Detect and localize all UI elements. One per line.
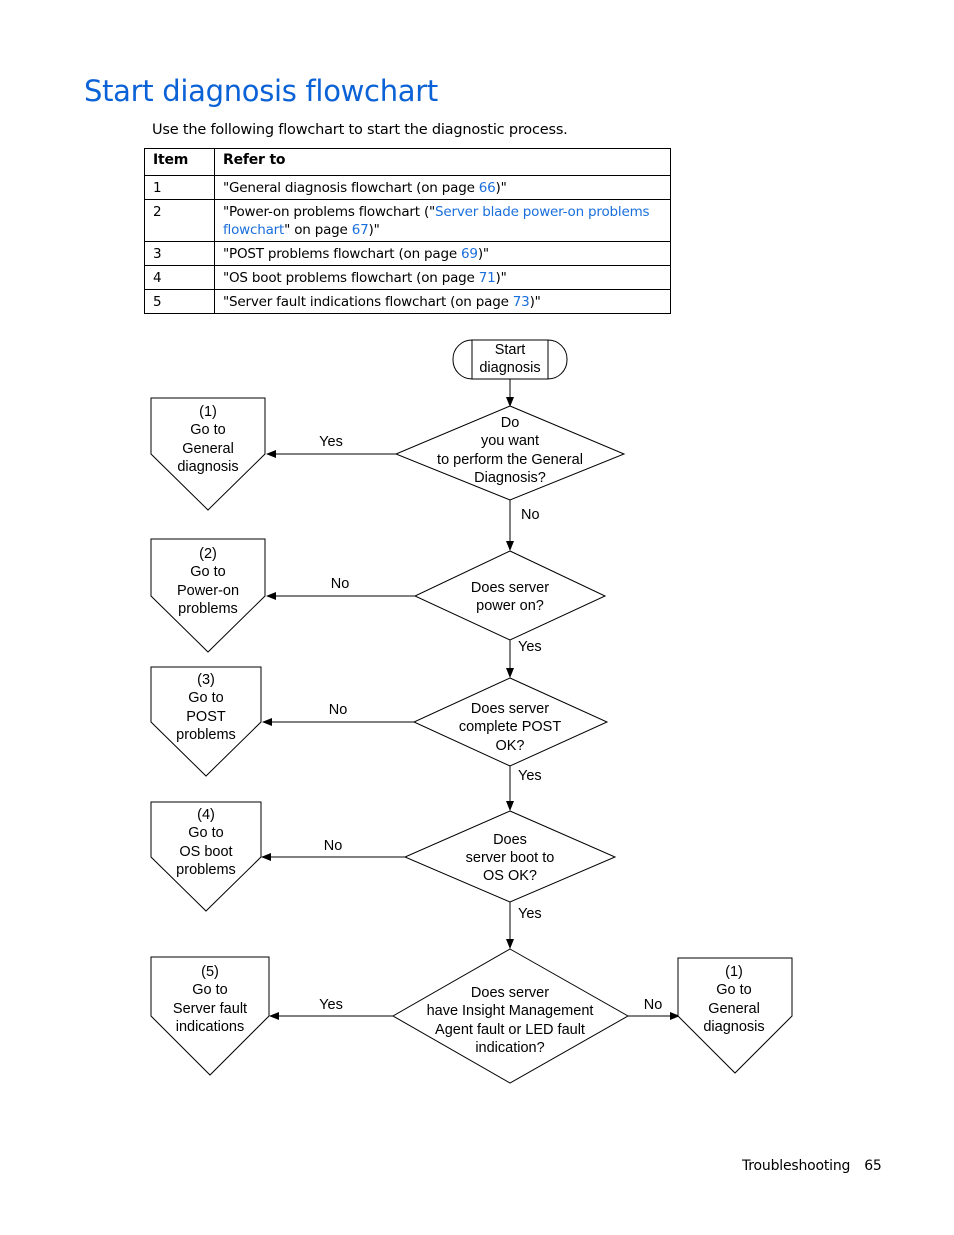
branch-label-yes: Yes bbox=[518, 906, 542, 922]
decision-text: have Insight Management bbox=[427, 1003, 594, 1019]
connector-text: problems bbox=[176, 727, 236, 743]
branch-label-yes: Yes bbox=[319, 434, 343, 450]
decision-text: Diagnosis? bbox=[474, 470, 546, 486]
decision-power-on: Does server power on? bbox=[413, 550, 607, 641]
decision-text: you want bbox=[481, 433, 539, 449]
footer-page-number: 65 bbox=[864, 1158, 882, 1174]
connector-text: General bbox=[708, 1001, 760, 1017]
connector-post-problems[interactable]: (3) Go to POST problems bbox=[150, 666, 262, 777]
decision-text: Does server bbox=[471, 580, 549, 596]
connector-text: POST bbox=[186, 709, 226, 725]
branch-label-yes: Yes bbox=[319, 997, 343, 1013]
decision-text: server boot to bbox=[466, 850, 555, 866]
start-label: Start bbox=[495, 342, 526, 358]
decision-text: Does bbox=[493, 832, 527, 848]
branch-label-yes: Yes bbox=[518, 768, 542, 784]
connector-text: (5) bbox=[201, 964, 219, 980]
connector-text: Go to bbox=[716, 982, 751, 998]
decision-text: complete POST bbox=[459, 719, 561, 735]
decision-os-boot: Does server boot to OS OK? bbox=[403, 810, 617, 903]
connector-text: indications bbox=[176, 1019, 245, 1035]
connector-text: Go to bbox=[190, 564, 225, 580]
connector-server-fault-indications[interactable]: (5) Go to Server fault indications bbox=[150, 956, 270, 1076]
branch-label-no: No bbox=[521, 507, 540, 523]
decision-text: Does server bbox=[471, 985, 549, 1001]
connector-power-on-problems[interactable]: (2) Go to Power-on problems bbox=[150, 538, 266, 653]
decision-fault-indication: Does server have Insight Management Agen… bbox=[391, 948, 630, 1084]
decision-text: Agent fault or LED fault bbox=[435, 1022, 585, 1038]
decision-text: power on? bbox=[476, 598, 544, 614]
connector-general-diagnosis[interactable]: (1) Go to General diagnosis bbox=[150, 397, 266, 511]
connector-text: Go to bbox=[192, 982, 227, 998]
flowchart-diagram: Start diagnosis Do you want to perform t… bbox=[150, 339, 793, 1084]
connector-text: Server fault bbox=[173, 1001, 247, 1017]
start-terminator: Start diagnosis bbox=[452, 339, 568, 380]
decision-general-diagnosis: Do you want to perform the General Diagn… bbox=[394, 405, 626, 501]
page-footer: Troubleshooting 65 bbox=[742, 1158, 882, 1174]
decision-text: OK? bbox=[495, 738, 524, 754]
connector-text: problems bbox=[178, 601, 238, 617]
branch-label-no: No bbox=[324, 838, 343, 854]
connector-text: OS boot bbox=[179, 844, 232, 860]
decision-text: OS OK? bbox=[483, 868, 537, 884]
connector-text: (4) bbox=[197, 807, 215, 823]
connector-text: problems bbox=[176, 862, 236, 878]
connector-text: Power-on bbox=[177, 583, 239, 599]
connector-text: Go to bbox=[190, 422, 225, 438]
decision-text: indication? bbox=[475, 1040, 544, 1056]
connector-text: diagnosis bbox=[703, 1019, 764, 1035]
branch-label-no: No bbox=[329, 702, 348, 718]
branch-label-no: No bbox=[331, 576, 350, 592]
decision-text: Do bbox=[501, 415, 520, 431]
connector-text: (1) bbox=[199, 404, 217, 420]
connector-text: diagnosis bbox=[177, 459, 238, 475]
connector-text: Go to bbox=[188, 690, 223, 706]
footer-section: Troubleshooting bbox=[742, 1158, 851, 1174]
connector-text: (1) bbox=[725, 964, 743, 980]
connector-general-diagnosis-right[interactable]: (1) Go to General diagnosis bbox=[677, 957, 793, 1074]
branch-label-no: No bbox=[644, 997, 663, 1013]
start-label: diagnosis bbox=[479, 360, 540, 376]
decision-text: Does server bbox=[471, 701, 549, 717]
connector-text: (3) bbox=[197, 672, 215, 688]
decision-post: Does server complete POST OK? bbox=[412, 677, 609, 767]
decision-text: to perform the General bbox=[437, 452, 583, 468]
connector-text: (2) bbox=[199, 546, 217, 562]
connector-os-boot-problems[interactable]: (4) Go to OS boot problems bbox=[150, 801, 262, 912]
branch-label-yes: Yes bbox=[518, 639, 542, 655]
connector-text: Go to bbox=[188, 825, 223, 841]
connector-text: General bbox=[182, 441, 234, 457]
